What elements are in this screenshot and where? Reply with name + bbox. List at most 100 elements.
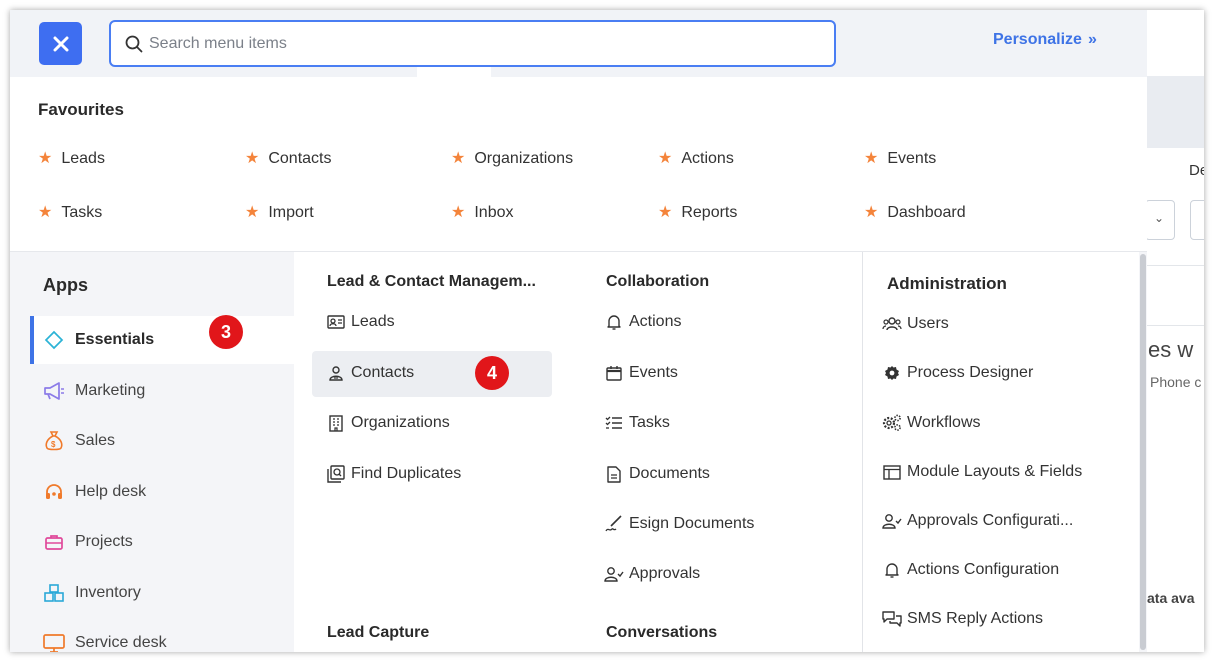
favourite-inbox[interactable]: ★ Inbox [451, 204, 513, 222]
calendar-icon [604, 363, 624, 383]
menu-item-label: Events [629, 364, 678, 381]
menu-item-label: Process Designer [907, 364, 1034, 381]
money-bag-icon: $ [43, 430, 65, 452]
menu-item-tasks[interactable]: Tasks [604, 413, 670, 433]
app-item-sales[interactable]: $ Sales [30, 417, 294, 465]
menu-item-label: Leads [351, 313, 395, 330]
collaboration-title: Collaboration [606, 273, 710, 290]
star-icon: ★ [38, 150, 53, 167]
app-item-service-desk[interactable]: Service desk [30, 619, 294, 652]
menu-item-actions[interactable]: Actions [604, 312, 681, 332]
favourite-label: Tasks [61, 204, 103, 221]
topbar-notch [417, 67, 491, 77]
double-chevron-right-icon: » [1087, 31, 1097, 48]
app-item-marketing[interactable]: Marketing [30, 367, 294, 415]
menu-item-sms-reply-actions[interactable]: SMS Reply Actions [882, 609, 1043, 629]
signature-icon [604, 514, 624, 534]
star-icon: ★ [245, 204, 260, 221]
apps-sidebar: Apps Essentials Marketing $ Sales Help d… [10, 252, 294, 652]
apps-title: Apps [43, 275, 88, 295]
favourite-leads[interactable]: ★ Leads [38, 150, 105, 168]
background-label: De [1189, 162, 1204, 179]
menu-item-label: Tasks [629, 414, 670, 431]
find-duplicates-icon [326, 464, 346, 484]
star-icon: ★ [451, 150, 466, 167]
favourite-dashboard[interactable]: ★ Dashboard [864, 204, 966, 222]
menu-item-approvals-configuration[interactable]: Approvals Configurati... [882, 511, 1073, 531]
favourite-label: Dashboard [887, 204, 966, 221]
app-item-inventory[interactable]: Inventory [30, 569, 294, 617]
search-box[interactable] [109, 20, 836, 67]
favourite-organizations[interactable]: ★ Organizations [451, 150, 573, 168]
favourite-events[interactable]: ★ Events [864, 150, 936, 168]
lead-capture-title: Lead Capture [327, 624, 430, 641]
menu-item-label: Module Layouts & Fields [907, 463, 1083, 480]
menu-item-organizations[interactable]: Organizations [326, 413, 450, 433]
close-button[interactable] [39, 22, 82, 65]
app-item-help-desk[interactable]: Help desk [30, 468, 294, 516]
menu-item-label: Contacts [351, 364, 415, 381]
step-badge-contacts: 4 [475, 356, 509, 390]
favourite-contacts[interactable]: ★ Contacts [245, 150, 331, 168]
menu-item-label: Workflows [907, 414, 981, 431]
favourite-import[interactable]: ★ Import [245, 204, 314, 222]
background-dropdown[interactable]: ⌄ [1145, 200, 1175, 240]
search-input[interactable] [149, 22, 819, 65]
monitor-icon [43, 632, 65, 652]
menu-item-leads[interactable]: Leads [326, 312, 395, 332]
column-divider [862, 252, 863, 652]
favourite-reports[interactable]: ★ Reports [658, 204, 737, 222]
menu-item-label: Organizations [351, 414, 450, 431]
menu-item-events[interactable]: Events [604, 363, 678, 383]
chevron-down-icon: ⌄ [1154, 211, 1165, 225]
close-icon [53, 36, 68, 51]
scrollbar-thumb[interactable] [1140, 254, 1146, 650]
background-subtext: Phone c [1150, 374, 1202, 390]
favourite-label: Actions [681, 150, 734, 167]
megaphone-icon [43, 380, 65, 402]
menu-item-label: Approvals Configurati... [907, 512, 1074, 529]
search-icon [125, 35, 143, 53]
bell-icon [604, 312, 624, 332]
chat-icon [882, 609, 902, 629]
app-item-label: Essentials [75, 331, 155, 348]
bell-icon [882, 560, 902, 580]
menu-item-label: Documents [629, 465, 710, 482]
menu-top-bar: Personalize » [10, 10, 1147, 77]
menu-item-module-layouts-fields[interactable]: Module Layouts & Fields [882, 462, 1082, 482]
star-icon: ★ [451, 204, 466, 221]
favourite-tasks[interactable]: ★ Tasks [38, 204, 102, 222]
menu-item-esign-documents[interactable]: Esign Documents [604, 514, 754, 534]
background-footer-text: ata ava [1147, 590, 1195, 606]
diamond-icon [43, 329, 65, 351]
background-header-band [1147, 76, 1204, 148]
personalize-label: Personalize [993, 31, 1082, 48]
menu-item-label: Esign Documents [629, 515, 755, 532]
app-item-essentials[interactable]: Essentials [30, 316, 294, 364]
lead-contact-title: Lead & Contact Managem... [327, 273, 536, 290]
favourite-actions[interactable]: ★ Actions [658, 150, 734, 168]
app-item-label: Inventory [75, 584, 141, 601]
star-icon: ★ [864, 150, 879, 167]
background-input[interactable] [1190, 200, 1204, 240]
gears-icon [882, 413, 902, 433]
background-page: De ⌄ ties w Phone c ata ava [1137, 10, 1204, 652]
menu-item-users[interactable]: Users [882, 314, 949, 334]
app-item-label: Help desk [75, 483, 147, 500]
app-item-label: Service desk [75, 634, 167, 651]
menu-item-find-duplicates[interactable]: Find Duplicates [326, 464, 461, 484]
personalize-link[interactable]: Personalize » [993, 31, 1097, 49]
star-icon: ★ [658, 204, 673, 221]
menu-item-actions-configuration[interactable]: Actions Configuration [882, 560, 1059, 580]
star-icon: ★ [245, 150, 260, 167]
users-icon [882, 314, 902, 334]
app-item-projects[interactable]: Projects [30, 518, 294, 566]
gear-icon [882, 363, 902, 383]
menu-item-contacts[interactable]: Contacts [326, 363, 414, 383]
app-window: De ⌄ ties w Phone c ata ava Personalize »… [10, 10, 1204, 652]
menu-item-process-designer[interactable]: Process Designer [882, 363, 1033, 383]
menu-item-approvals[interactable]: Approvals [604, 564, 700, 584]
svg-text:$: $ [51, 440, 56, 449]
menu-item-workflows[interactable]: Workflows [882, 413, 981, 433]
menu-item-documents[interactable]: Documents [604, 464, 710, 484]
